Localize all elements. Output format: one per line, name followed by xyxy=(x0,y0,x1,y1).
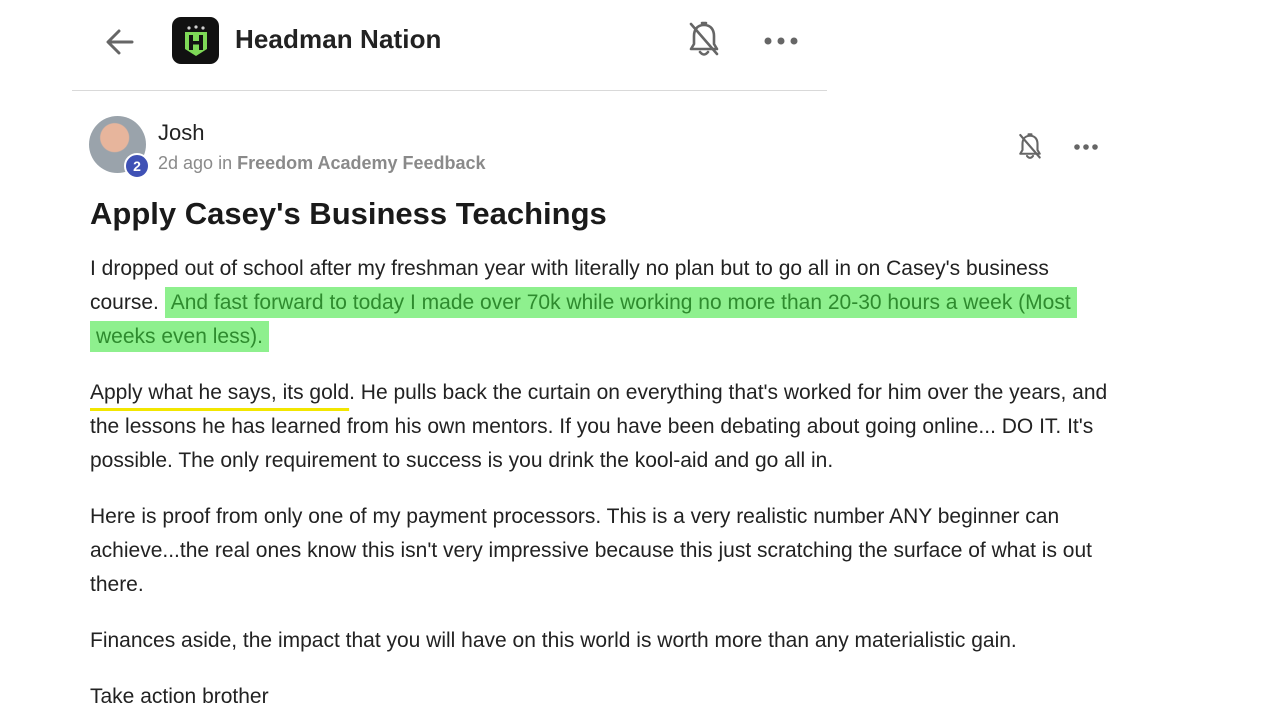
bell-off-icon xyxy=(689,21,719,56)
post-page: Headman Nation 2 Josh 2d ago in Freedom … xyxy=(0,0,1280,720)
highlighted-text: And fast forward to today I made over 70… xyxy=(90,287,1077,352)
post-paragraph: Apply what he says, its gold. He pulls b… xyxy=(90,376,1120,478)
more-horizontal-icon xyxy=(1074,144,1098,150)
post-more-options-button[interactable] xyxy=(1068,134,1104,160)
group-logo[interactable] xyxy=(172,17,219,64)
post-category-link[interactable]: Freedom Academy Feedback xyxy=(237,153,485,173)
group-name[interactable]: Headman Nation xyxy=(235,24,442,55)
notifications-toggle-button[interactable] xyxy=(684,18,724,62)
post-paragraph: Here is proof from only one of my paymen… xyxy=(90,505,1092,596)
post-title: Apply Casey's Business Teachings xyxy=(90,196,607,231)
in-label: in xyxy=(218,153,233,173)
more-options-button[interactable] xyxy=(760,26,802,56)
author-name[interactable]: Josh xyxy=(158,120,204,146)
back-button[interactable] xyxy=(100,22,140,62)
post-paragraph: Finances aside, the impact that you will… xyxy=(90,629,1017,652)
post-body: I dropped out of school after my freshma… xyxy=(90,252,1120,720)
more-horizontal-icon xyxy=(764,37,798,45)
post-paragraph: Take action brother xyxy=(90,685,269,708)
bell-off-icon xyxy=(1019,133,1041,159)
level-badge: 2 xyxy=(124,153,150,179)
underlined-text: Apply what he says, its gold xyxy=(90,381,350,404)
arrow-left-icon xyxy=(106,29,134,55)
post-paragraph: I dropped out of school after my freshma… xyxy=(90,252,1120,354)
headman-logo-icon xyxy=(184,24,207,56)
author-avatar[interactable]: 2 xyxy=(89,116,150,179)
post-time: 2d ago xyxy=(158,153,214,173)
post-notifications-toggle[interactable] xyxy=(1012,128,1048,166)
post-meta: 2d ago in Freedom Academy Feedback xyxy=(158,153,486,174)
